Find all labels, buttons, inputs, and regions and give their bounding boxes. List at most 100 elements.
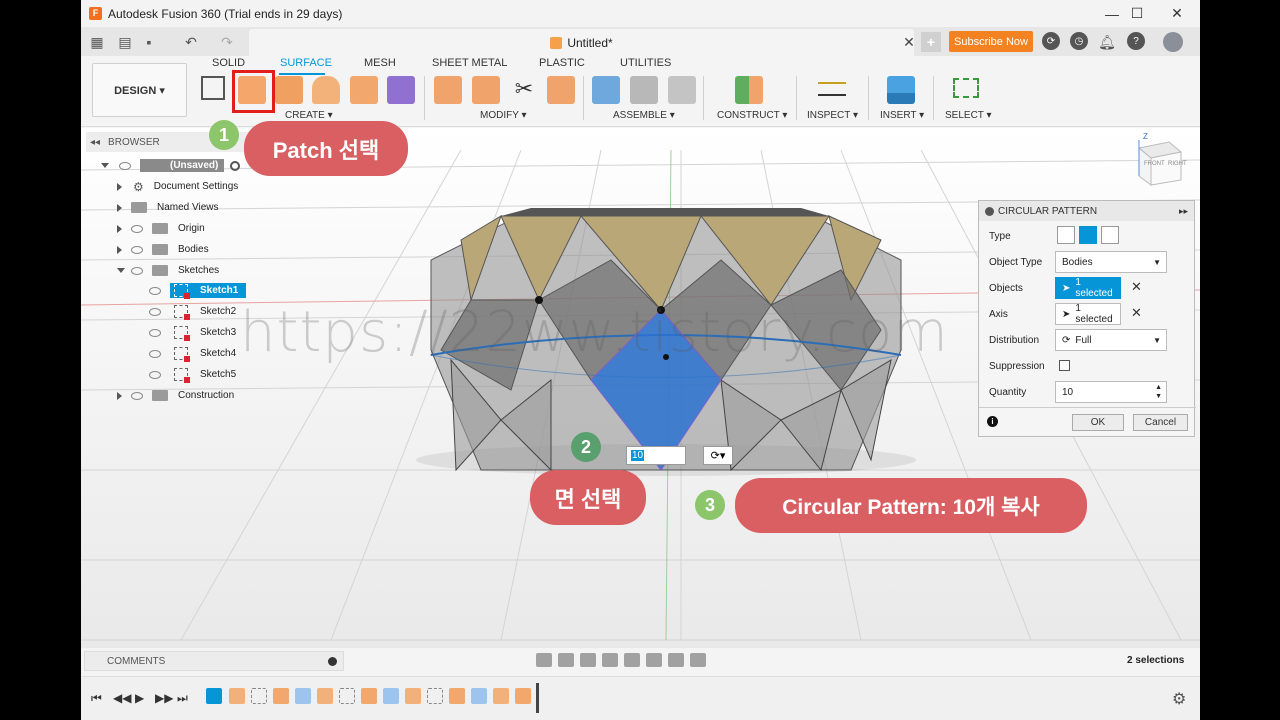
tree-sketch2[interactable]: Sketch2 [149, 303, 236, 320]
undo-icon[interactable]: ↶ [181, 32, 201, 52]
type-faces-icon[interactable] [1101, 226, 1119, 244]
play-icon[interactable]: ▶ [135, 691, 144, 705]
go-to-end-icon[interactable]: ⏭ [177, 691, 188, 706]
notifications-bell-icon[interactable]: 🔔︎ [1097, 32, 1117, 52]
collapse-browser-icon[interactable]: ◂◂ [90, 137, 100, 148]
tree-document-settings[interactable]: ⚙ Document Settings [117, 178, 238, 195]
extrude-tool-icon[interactable] [275, 76, 303, 104]
new-component-icon[interactable] [592, 76, 620, 104]
timeline-feature[interactable] [405, 688, 421, 704]
zoom-icon[interactable] [602, 653, 618, 667]
create-sketch-icon[interactable] [201, 76, 225, 100]
close-tab-icon[interactable]: ✕ [899, 32, 919, 52]
save-icon[interactable]: ▪ [139, 32, 159, 52]
new-tab-icon[interactable]: + [921, 32, 941, 52]
axis-selection-button[interactable]: ➤ 1 selected [1055, 303, 1121, 325]
modify-group-label[interactable]: MODIFY ▾ [480, 110, 527, 121]
expand-icon[interactable] [117, 204, 122, 212]
visibility-eye-icon[interactable] [149, 328, 161, 337]
hidden-eye-icon[interactable] [149, 307, 161, 316]
tab-plastic[interactable]: PLASTIC [539, 57, 585, 69]
tree-sketch4[interactable]: Sketch4 [149, 345, 236, 362]
cancel-button[interactable]: Cancel [1133, 414, 1188, 431]
visibility-eye-icon[interactable] [119, 161, 131, 170]
construct-group-label[interactable]: CONSTRUCT ▾ [717, 110, 787, 121]
distribution-select[interactable]: ⟳ Full ▼ [1055, 329, 1167, 351]
workspace-design-button[interactable]: DESIGN ▾ [92, 63, 187, 117]
document-tab[interactable]: Untitled* [249, 29, 914, 56]
offset-face-icon[interactable] [547, 76, 575, 104]
timeline-sketch-feature[interactable] [206, 688, 222, 704]
trim-tool-icon[interactable] [434, 76, 462, 104]
grid-menu-icon[interactable]: ▦ [87, 32, 107, 52]
clear-objects-icon[interactable]: ✕ [1131, 279, 1142, 295]
fit-icon[interactable] [624, 653, 640, 667]
loft-tool-icon[interactable] [387, 76, 415, 104]
insert-image-icon[interactable] [887, 76, 915, 104]
tree-sketch5[interactable]: Sketch5 [149, 366, 236, 383]
expand-icon[interactable] [101, 163, 109, 168]
expand-icon[interactable] [117, 246, 122, 254]
tab-surface[interactable]: SURFACE [280, 57, 332, 69]
expand-icon[interactable] [117, 392, 122, 400]
select-window-icon[interactable] [953, 78, 979, 98]
visibility-eye-icon[interactable] [131, 245, 143, 254]
tree-sketch1[interactable]: Sketch1 [149, 282, 247, 299]
clear-axis-icon[interactable]: ✕ [1131, 305, 1142, 321]
revolve-tool-icon[interactable] [312, 76, 340, 104]
expand-icon[interactable] [117, 268, 125, 273]
timeline-patch-feature[interactable] [449, 688, 465, 704]
offset-plane-icon[interactable] [735, 76, 763, 104]
visibility-eye-icon[interactable] [131, 224, 143, 233]
help-icon[interactable]: ? [1127, 32, 1145, 50]
suppression-checkbox[interactable] [1059, 360, 1070, 371]
sweep-tool-icon[interactable] [350, 76, 378, 104]
close-window-button[interactable]: ✕ [1154, 0, 1200, 27]
inspect-group-label[interactable]: INSPECT ▾ [807, 110, 858, 121]
step-back-icon[interactable]: ◀◀ [113, 691, 131, 705]
visibility-eye-icon[interactable] [131, 266, 143, 275]
timeline-patch-feature[interactable] [515, 688, 531, 704]
timeline-pattern-feature[interactable] [471, 688, 487, 704]
joint-icon[interactable] [630, 76, 658, 104]
ok-button[interactable]: OK [1072, 414, 1124, 431]
distribution-dropdown-icon[interactable]: ⟳▾ [703, 446, 733, 465]
hidden-eye-icon[interactable] [149, 349, 161, 358]
timeline-feature[interactable] [229, 688, 245, 704]
grid-settings-icon[interactable] [668, 653, 684, 667]
look-at-icon[interactable] [558, 653, 574, 667]
type-bodies-icon[interactable] [1079, 226, 1097, 244]
timeline-pattern-feature[interactable] [383, 688, 399, 704]
object-type-select[interactable]: Bodies ▼ [1055, 251, 1167, 273]
expand-icon[interactable] [117, 225, 122, 233]
viewports-icon[interactable] [690, 653, 706, 667]
tab-mesh[interactable]: MESH [364, 57, 396, 69]
expand-dialog-icon[interactable]: ▸▸ [1179, 206, 1188, 217]
redo-icon[interactable]: ↷ [217, 32, 237, 52]
type-features-icon[interactable] [1057, 226, 1075, 244]
split-scissors-icon[interactable]: ✂ [510, 76, 538, 104]
timeline-feature[interactable] [317, 688, 333, 704]
timeline-patch-feature[interactable] [361, 688, 377, 704]
visibility-eye-icon[interactable] [131, 391, 143, 400]
info-icon[interactable]: i [987, 416, 998, 427]
step-forward-icon[interactable]: ▶▶ [155, 691, 173, 705]
timeline-sketch-feature[interactable] [251, 688, 267, 704]
quantity-manipulator-input[interactable]: 10 [626, 446, 686, 465]
timeline-patch-feature[interactable] [273, 688, 289, 704]
pan-hand-icon[interactable] [580, 653, 596, 667]
assemble-group-label[interactable]: ASSEMBLE ▾ [613, 110, 675, 121]
display-settings-icon[interactable] [646, 653, 662, 667]
select-group-label[interactable]: SELECT ▾ [945, 110, 992, 121]
timeline-feature[interactable] [493, 688, 509, 704]
tree-sketch3[interactable]: Sketch3 [149, 324, 236, 341]
quantity-input[interactable]: 10 ▲ ▼ [1055, 381, 1167, 403]
activate-radio-icon[interactable] [230, 160, 241, 171]
tab-sheet-metal[interactable]: SHEET METAL [432, 57, 507, 69]
extensions-icon[interactable]: ⟳ [1042, 32, 1060, 50]
delete-face-icon[interactable] [472, 76, 500, 104]
job-status-icon[interactable]: ◷ [1070, 32, 1088, 50]
file-menu-icon[interactable]: ▤ [115, 32, 135, 52]
dialog-header[interactable]: CIRCULAR PATTERN ▸▸ [979, 201, 1194, 221]
timeline-marker[interactable] [536, 683, 539, 713]
